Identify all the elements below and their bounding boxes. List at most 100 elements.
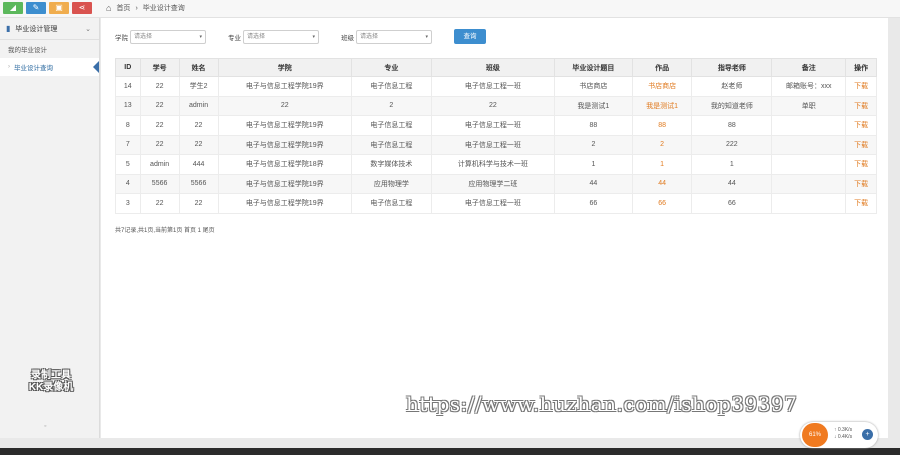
cell-remark xyxy=(771,154,847,175)
column-header-class: 班级 xyxy=(430,58,555,77)
cell-student-no: admin xyxy=(139,154,180,175)
download-link[interactable]: 下载 xyxy=(845,95,877,116)
column-header-advisor: 指导老师 xyxy=(691,58,773,77)
cell-college: 22 xyxy=(217,95,352,116)
sidebar-item-thesis-query[interactable]: › 毕业设计查询 xyxy=(0,58,99,76)
download-link[interactable]: 下载 xyxy=(845,134,877,155)
cell-student-no: 22 xyxy=(139,193,180,214)
column-header-thesis-title: 毕业设计题目 xyxy=(553,58,633,77)
cell-advisor: 222 xyxy=(691,134,773,155)
cell-class: 应用物理学二班 xyxy=(430,173,555,194)
plus-icon[interactable]: + xyxy=(862,429,873,440)
recorder-watermark: 录制工具 KK录像机 xyxy=(16,370,86,394)
cell-name: 22 xyxy=(178,134,219,155)
cell-id: 8 xyxy=(115,115,141,136)
cell-major: 电子信息工程 xyxy=(350,76,432,97)
cell-remark: 邮箱账号：xxx xyxy=(771,76,847,97)
users-icon[interactable]: ▣ xyxy=(49,2,69,14)
column-header-name: 姓名 xyxy=(178,58,219,77)
cell-major: 电子信息工程 xyxy=(350,134,432,155)
cell-advisor: 88 xyxy=(691,115,773,136)
cell-thesis-title: 书店商店 xyxy=(553,76,633,97)
cell-work[interactable]: 66 xyxy=(631,193,693,214)
column-header-remark: 备注 xyxy=(771,58,847,77)
class-select[interactable]: 请选择 ▾ xyxy=(356,29,432,44)
chart-icon[interactable]: ◢ xyxy=(3,2,23,14)
cell-work[interactable]: 我是测试1 xyxy=(631,95,693,116)
sidebar: ▮ 毕业设计管理 ⌄ 我的毕业设计 › 毕业设计查询 录制工具 KK录像机 ◦ xyxy=(0,18,100,438)
cell-thesis-title: 1 xyxy=(553,154,633,175)
cell-work[interactable]: 书店商店 xyxy=(631,76,693,97)
column-header-id: ID xyxy=(115,58,141,77)
cell-major: 数字媒体技术 xyxy=(350,154,432,175)
column-header-major: 专业 xyxy=(350,58,432,77)
download-link[interactable]: 下载 xyxy=(845,173,877,194)
cell-advisor: 1 xyxy=(691,154,773,175)
cell-advisor: 我的知道老师 xyxy=(691,95,773,116)
cell-thesis-title: 2 xyxy=(553,134,633,155)
cell-id: 5 xyxy=(115,154,141,175)
speed-readout: ↑ 0.3K/s ↓ 0.4K/s xyxy=(834,427,852,441)
home-icon[interactable]: ⌂ xyxy=(106,3,111,13)
cell-work[interactable]: 44 xyxy=(631,173,693,194)
college-select[interactable]: 请选择 ▾ xyxy=(130,29,206,44)
select-caret-icon: ▾ xyxy=(199,33,202,40)
sidebar-group-thesis[interactable]: ▮ 毕业设计管理 ⌄ xyxy=(0,18,99,40)
recorder-watermark-line2: KK录像机 xyxy=(28,382,74,393)
cell-name: 22 xyxy=(178,193,219,214)
cell-id: 3 xyxy=(115,193,141,214)
cell-college: 电子与信息工程学院19界 xyxy=(217,76,352,97)
quick-buttons: ◢ ✎ ▣ ⋖ xyxy=(3,2,92,14)
cell-name: 5566 xyxy=(178,173,219,194)
column-header-action: 操作 xyxy=(845,58,877,77)
share-icon[interactable]: ⋖ xyxy=(72,2,92,14)
table-row: 13 22 admin 22 2 22 我是测试1 我是测试1 我的知道老师 单职 下载 xyxy=(115,95,877,116)
cell-remark xyxy=(771,134,847,155)
network-speed-widget[interactable]: 61% ↑ 0.3K/s ↓ 0.4K/s + xyxy=(800,422,878,448)
sidebar-item-my-thesis[interactable]: 我的毕业设计 xyxy=(0,40,99,58)
cell-college: 电子与信息工程学院19界 xyxy=(217,115,352,136)
download-link[interactable]: 下载 xyxy=(845,76,877,97)
cell-work[interactable]: 88 xyxy=(631,115,693,136)
cell-student-no: 22 xyxy=(139,115,180,136)
taskbar xyxy=(0,448,900,455)
major-label: 专业 xyxy=(228,34,241,42)
download-link[interactable]: 下载 xyxy=(845,115,877,136)
cell-remark xyxy=(771,193,847,214)
cell-student-no: 22 xyxy=(139,76,180,97)
cell-class: 电子信息工程一班 xyxy=(430,193,555,214)
cell-remark xyxy=(771,173,847,194)
download-link[interactable]: 下载 xyxy=(845,154,877,175)
sidebar-collapse-icon[interactable]: ◦ xyxy=(44,423,46,430)
filter-bar: 学院 请选择 ▾ 专业 请选择 ▾ 班级 请选择 ▾ 查询 xyxy=(115,29,486,44)
cell-college: 电子与信息工程学院18界 xyxy=(217,154,352,175)
sidebar-item-label: 毕业设计查询 xyxy=(14,65,53,72)
table-body: 14 22 学生2 电子与信息工程学院19界 电子信息工程 电子信息工程一班 书店商店 书店商… xyxy=(115,76,877,214)
search-button[interactable]: 查询 xyxy=(454,29,486,44)
pencil-icon[interactable]: ✎ xyxy=(26,2,46,14)
cell-college: 电子与信息工程学院19界 xyxy=(217,134,352,155)
major-select[interactable]: 请选择 ▾ xyxy=(243,29,319,44)
class-select-value: 请选择 xyxy=(360,33,379,40)
cell-id: 7 xyxy=(115,134,141,155)
cell-major: 电子信息工程 xyxy=(350,193,432,214)
cell-id: 13 xyxy=(115,95,141,116)
breadcrumb-home[interactable]: 首页 xyxy=(116,3,130,13)
cell-work[interactable]: 1 xyxy=(631,154,693,175)
table-header-row: ID 学号 姓名 学院 专业 班级 毕业设计题目 作品 指导老师 备注 操作 xyxy=(115,58,877,77)
cell-work[interactable]: 2 xyxy=(631,134,693,155)
table-row: 3 22 22 电子与信息工程学院19界 电子信息工程 电子信息工程一班 66 66 66 下载 xyxy=(115,193,877,214)
cell-remark: 单职 xyxy=(771,95,847,116)
table-row: 14 22 学生2 电子与信息工程学院19界 电子信息工程 电子信息工程一班 书店商店 书店商… xyxy=(115,76,877,97)
cell-college: 电子与信息工程学院19界 xyxy=(217,193,352,214)
download-link[interactable]: 下载 xyxy=(845,193,877,214)
cell-id: 14 xyxy=(115,76,141,97)
top-toolbar: ◢ ✎ ▣ ⋖ ⌂ 首页 › 毕业设计查询 xyxy=(0,0,900,18)
major-select-value: 请选择 xyxy=(247,33,266,40)
main-panel: 学院 请选择 ▾ 专业 请选择 ▾ 班级 请选择 ▾ 查询 ID 学号 姓名 学院 专业… xyxy=(101,18,888,438)
cell-class: 电子信息工程一班 xyxy=(430,115,555,136)
breadcrumb-current: 毕业设计查询 xyxy=(142,5,185,12)
cell-thesis-title: 66 xyxy=(553,193,633,214)
cell-class: 电子信息工程一班 xyxy=(430,76,555,97)
college-select-value: 请选择 xyxy=(134,33,153,40)
